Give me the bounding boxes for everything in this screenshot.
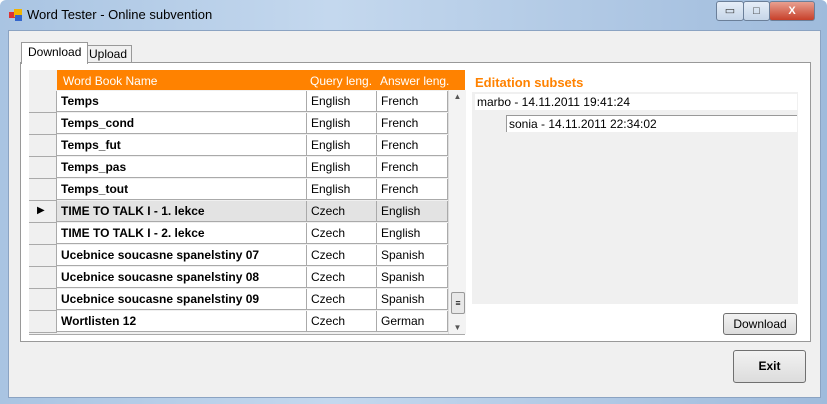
subsets-title: Editation subsets [475,75,584,90]
current-row-icon: ▶ [37,205,45,216]
cell-answer[interactable]: Spanish [377,245,448,266]
subset-item[interactable]: marbo - 14.11.2011 19:41:24 [475,94,797,110]
cell-answer[interactable]: French [377,135,448,156]
table-row[interactable]: Temps_tout English French [29,179,448,201]
exit-button[interactable]: Exit [733,350,806,383]
word-book-grid: Word Book Name Query leng. Answer leng. … [29,70,466,335]
download-tab-panel: Word Book Name Query leng. Answer leng. … [20,62,811,342]
row-header[interactable] [29,91,57,113]
table-row[interactable]: Ucebnice soucasne spanelstiny 09 Czech S… [29,289,448,311]
cell-query[interactable]: English [307,157,377,178]
cell-name[interactable]: Temps_cond [57,113,307,134]
row-header[interactable] [29,223,57,245]
cell-query[interactable]: English [307,135,377,156]
cell-name[interactable]: Temps_pas [57,157,307,178]
window-title: Word Tester - Online subvention [27,7,213,22]
table-row[interactable]: TIME TO TALK I - 2. lekce Czech English [29,223,448,245]
cell-answer[interactable]: Spanish [377,267,448,288]
cell-answer[interactable]: English [377,201,448,222]
row-header[interactable] [29,113,57,135]
row-header[interactable] [29,267,57,289]
scroll-thumb[interactable]: ≡ [451,292,465,314]
column-header-query[interactable]: Query leng. [310,74,372,88]
row-header[interactable] [29,245,57,267]
client-area: Download Upload Word Book Name Query len… [8,30,821,398]
table-row[interactable]: Ucebnice soucasne spanelstiny 07 Czech S… [29,245,448,267]
cell-answer[interactable]: French [377,157,448,178]
cell-query[interactable]: Czech [307,289,377,310]
scroll-up-icon[interactable]: ▲ [449,92,466,101]
scroll-down-icon[interactable]: ▼ [449,323,466,332]
cell-name[interactable]: TIME TO TALK I - 2. lekce [57,223,307,244]
table-row[interactable]: Temps_pas English French [29,157,448,179]
row-header[interactable] [29,135,57,157]
grid-header: Word Book Name Query leng. Answer leng. [57,70,465,90]
subsets-list: marbo - 14.11.2011 19:41:24 sonia - 14.1… [472,92,798,304]
cell-query[interactable]: Czech [307,245,377,266]
minimize-button[interactable]: ▭ [716,1,744,21]
cell-answer[interactable]: French [377,179,448,200]
cell-answer[interactable]: French [377,113,448,134]
cell-query[interactable]: Czech [307,267,377,288]
cell-name[interactable]: Wortlisten 12 [57,311,307,332]
app-icon [9,9,23,21]
maximize-button[interactable]: □ [743,1,770,21]
vertical-scrollbar[interactable]: ▲ ≡ ▼ [448,90,466,334]
table-row[interactable]: Temps_cond English French [29,113,448,135]
cell-query[interactable]: English [307,91,377,112]
cell-query[interactable]: Czech [307,201,377,222]
app-window: Word Tester - Online subvention ▭ □ X Do… [0,0,827,404]
table-row[interactable]: Temps English French [29,91,448,113]
subset-item[interactable]: sonia - 14.11.2011 22:34:02 [506,115,797,132]
cell-answer[interactable]: French [377,91,448,112]
cell-name[interactable]: Temps_fut [57,135,307,156]
cell-name[interactable]: Temps [57,91,307,112]
cell-name[interactable]: TIME TO TALK I - 1. lekce [57,201,307,222]
download-button[interactable]: Download [723,313,797,335]
cell-query[interactable]: English [307,113,377,134]
row-header[interactable] [29,289,57,311]
cell-name[interactable]: Ucebnice soucasne spanelstiny 08 [57,267,307,288]
close-button[interactable]: X [769,1,815,21]
cell-answer[interactable]: Spanish [377,289,448,310]
row-header[interactable] [29,157,57,179]
tab-upload[interactable]: Upload [84,45,133,63]
cell-query[interactable]: Czech [307,311,377,332]
column-header-name[interactable]: Word Book Name [63,74,157,88]
cell-name[interactable]: Ucebnice soucasne spanelstiny 07 [57,245,307,266]
table-row[interactable]: ▶ TIME TO TALK I - 1. lekce Czech Englis… [29,201,448,223]
row-header[interactable] [29,179,57,201]
table-row[interactable]: Temps_fut English French [29,135,448,157]
column-header-answer[interactable]: Answer leng. [380,74,449,88]
table-row[interactable]: Ucebnice soucasne spanelstiny 08 Czech S… [29,267,448,289]
table-row[interactable]: Wortlisten 12 Czech German [29,311,448,333]
cell-answer[interactable]: English [377,223,448,244]
tab-download[interactable]: Download [21,42,89,64]
cell-name[interactable]: Ucebnice soucasne spanelstiny 09 [57,289,307,310]
row-header[interactable] [29,311,57,333]
row-header[interactable]: ▶ [29,201,57,223]
cell-answer[interactable]: German [377,311,448,332]
cell-query[interactable]: Czech [307,223,377,244]
cell-query[interactable]: English [307,179,377,200]
cell-name[interactable]: Temps_tout [57,179,307,200]
